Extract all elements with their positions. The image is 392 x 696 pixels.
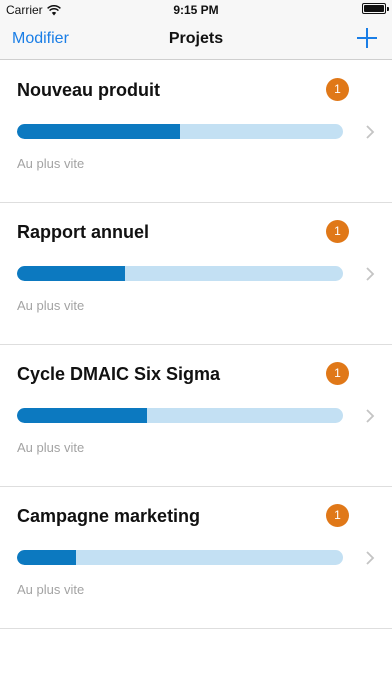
chevron-right-icon xyxy=(366,267,375,281)
project-row[interactable]: Cycle DMAIC Six Sigma 1 Au plus vite xyxy=(0,345,392,487)
progress-bar xyxy=(17,408,343,423)
project-title: Campagne marketing xyxy=(17,506,201,526)
progress-fill xyxy=(17,124,180,139)
project-title: Cycle DMAIC Six Sigma xyxy=(17,364,221,384)
status-time: 9:15 PM xyxy=(173,3,219,17)
progress-fill xyxy=(17,408,148,423)
page-title: Projets xyxy=(168,30,224,47)
chevron-right-icon xyxy=(366,125,375,139)
navigation-bar: Modifier Projets xyxy=(0,20,392,60)
project-deadline: Au plus vite xyxy=(17,156,85,171)
chevron-right-icon xyxy=(366,409,375,423)
progress-bar xyxy=(17,124,343,139)
project-list: Nouveau produit 1 Au plus vite Rapport a… xyxy=(0,61,392,629)
progress-fill xyxy=(17,266,125,281)
status-right xyxy=(362,3,389,14)
project-row[interactable]: Campagne marketing 1 Au plus vite xyxy=(0,487,392,629)
project-deadline: Au plus vite xyxy=(17,582,85,597)
add-project-button[interactable] xyxy=(356,27,378,49)
notification-badge: 1 xyxy=(326,78,349,101)
notification-badge: 1 xyxy=(326,220,349,243)
progress-bar xyxy=(17,266,343,281)
progress-bar xyxy=(17,550,343,565)
project-deadline: Au plus vite xyxy=(17,298,85,313)
progress-fill xyxy=(17,550,76,565)
status-bar: Carrier 9:15 PM xyxy=(0,0,392,20)
project-title: Nouveau produit xyxy=(17,80,160,100)
project-row[interactable]: Nouveau produit 1 Au plus vite xyxy=(0,61,392,203)
project-row[interactable]: Rapport annuel 1 Au plus vite xyxy=(0,203,392,345)
notification-badge: 1 xyxy=(326,362,349,385)
notification-badge: 1 xyxy=(326,504,349,527)
plus-icon xyxy=(357,28,377,48)
battery-icon xyxy=(362,3,389,14)
project-title: Rapport annuel xyxy=(17,222,150,242)
project-deadline: Au plus vite xyxy=(17,440,85,455)
chevron-right-icon xyxy=(366,551,375,565)
